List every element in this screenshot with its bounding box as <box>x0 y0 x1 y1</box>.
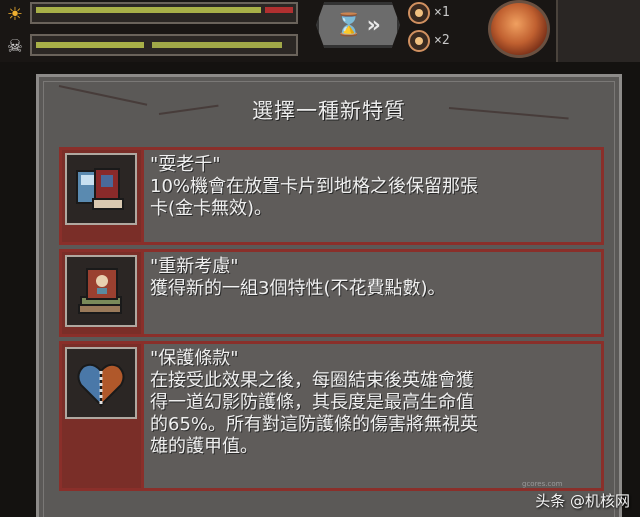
health-meter <box>30 34 298 56</box>
panel-title: 選擇一種新特質 <box>252 99 406 123</box>
sun-icon: ☀ <box>6 3 24 25</box>
day-meter-end <box>265 7 293 13</box>
hud-side-panel <box>556 0 640 62</box>
radio-icon <box>408 2 430 24</box>
hourglass-icon: ⌛ <box>335 12 363 38</box>
watermark: 头条 @机核网 <box>535 492 630 510</box>
shield-heart-icon <box>65 347 137 419</box>
time-control-button[interactable]: ⌛ » <box>316 2 400 48</box>
speed-label: ×1 <box>434 5 450 20</box>
speed-x2-option[interactable]: ×2 <box>408 30 478 52</box>
trait-name: "重新考慮" <box>150 256 239 277</box>
speed-x1-option[interactable]: ×1 <box>408 2 478 24</box>
cards-icon <box>65 153 137 225</box>
trait-text: "重新考慮" 獲得新的一組3個特性(不花費點數)。 <box>150 256 593 300</box>
trait-selection-panel: 選擇一種新特質 "耍老千" 10%機會在放置卡片到地格之後保留那張 卡(金卡無效… <box>36 74 622 517</box>
day-meter <box>30 2 298 24</box>
book-stack-icon <box>65 255 137 327</box>
health-meter-fill <box>36 42 144 48</box>
day-meter-fill <box>36 7 261 13</box>
radio-icon <box>408 30 430 52</box>
watermark-url: gcores.com <box>522 480 563 488</box>
day-meter-row: ☀ <box>0 0 300 26</box>
trait-icon-box <box>62 252 144 334</box>
health-meter-row: ☠ <box>0 32 300 58</box>
trait-icon-box <box>62 344 144 488</box>
trait-description: 10%機會在放置卡片到地格之後保留那張 卡(金卡無效)。 <box>150 176 479 219</box>
trait-option-1[interactable]: "耍老千" 10%機會在放置卡片到地格之後保留那張 卡(金卡無效)。 <box>59 147 604 245</box>
health-meter-secondary <box>152 42 282 48</box>
skull-icon: ☠ <box>6 35 24 57</box>
trait-text: "耍老千" 10%機會在放置卡片到地格之後保留那張 卡(金卡無效)。 <box>150 154 593 220</box>
trait-description: 獲得新的一組3個特性(不花費點數)。 <box>150 278 446 299</box>
top-hud: ☀ ☠ ⌛ » ×1 ×2 <box>0 0 640 62</box>
trait-name: "耍老千" <box>150 154 221 175</box>
trait-icon-box <box>62 150 144 242</box>
orb-icon[interactable] <box>488 0 550 58</box>
fast-forward-icon: » <box>366 12 381 38</box>
trait-option-3[interactable]: "保護條款" 在接受此效果之後，每圈結束後英雄會獲 得一道幻影防護條，其長度是最… <box>59 341 604 491</box>
speed-label: ×2 <box>434 33 450 48</box>
trait-text: "保護條款" 在接受此效果之後，每圈結束後英雄會獲 得一道幻影防護條，其長度是最… <box>150 348 593 458</box>
trait-description: 在接受此效果之後，每圈結束後英雄會獲 得一道幻影防護條，其長度是最高生命值 的6… <box>150 370 479 457</box>
trait-option-2[interactable]: "重新考慮" 獲得新的一組3個特性(不花費點數)。 <box>59 249 604 337</box>
trait-name: "保護條款" <box>150 348 239 369</box>
